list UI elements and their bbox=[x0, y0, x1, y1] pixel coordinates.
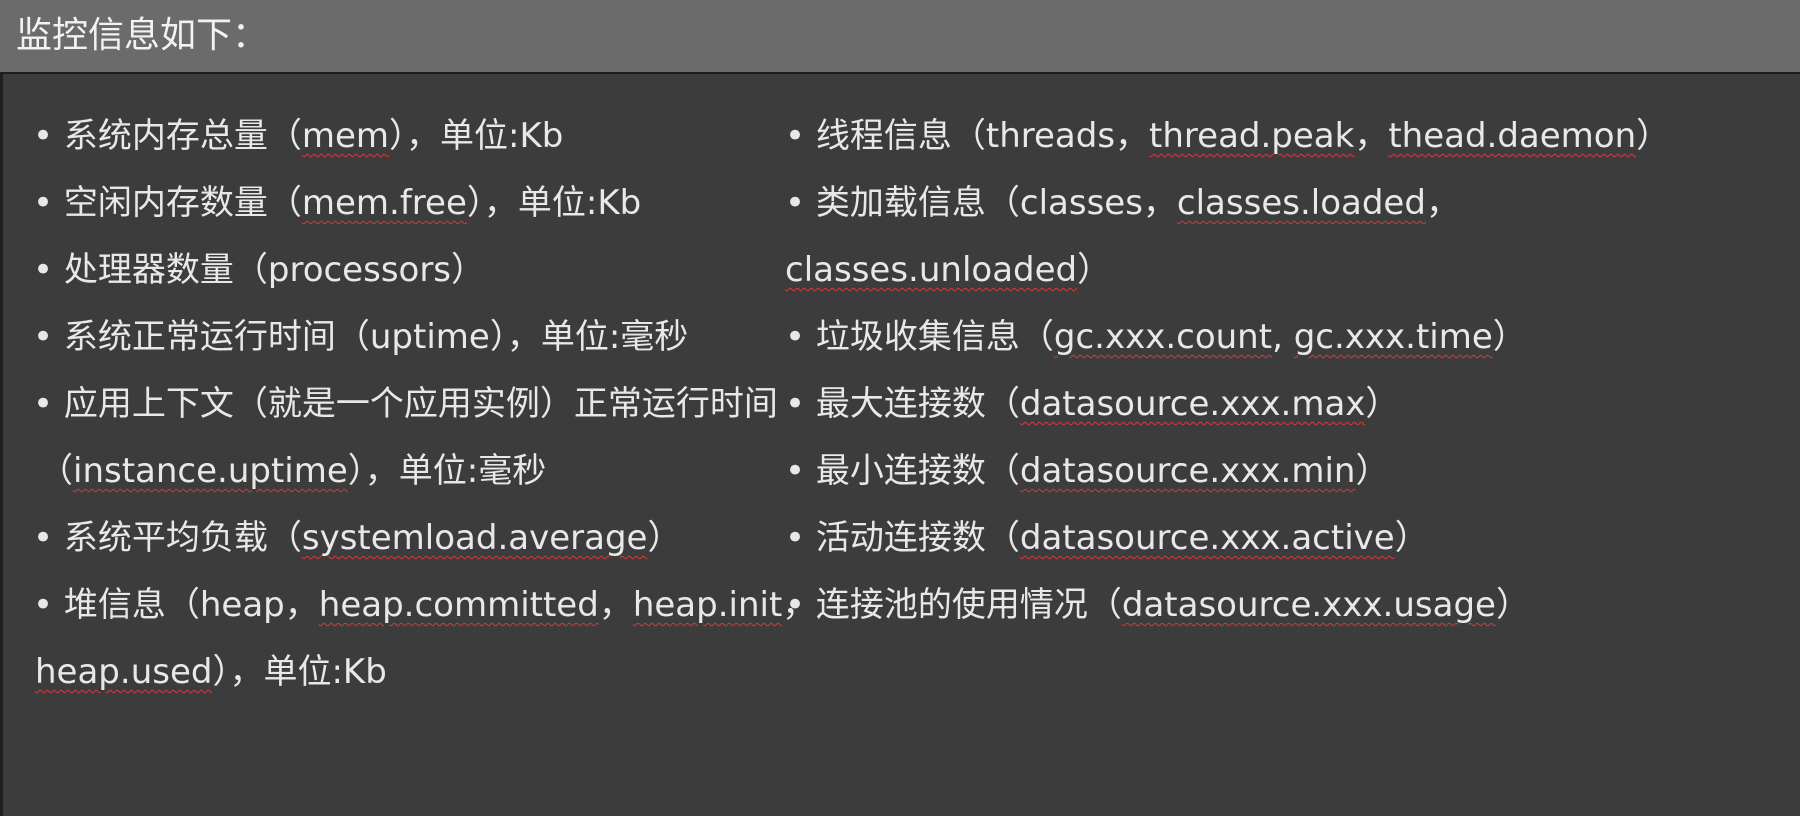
list-item: • 活动连接数（datasource.xxx.active） bbox=[785, 516, 1429, 560]
separator: ， bbox=[1425, 183, 1460, 223]
metric-key: instance.uptime bbox=[73, 451, 348, 491]
item-text: （ bbox=[39, 451, 73, 491]
bullet: • bbox=[785, 518, 806, 558]
item-text: ） bbox=[1636, 116, 1671, 156]
metric-key: gc.xxx.count bbox=[1053, 317, 1273, 357]
item-text: 系统平均负载（ bbox=[63, 518, 302, 558]
item-text: ），单位:Kb bbox=[466, 183, 642, 223]
metric-key: classes.loaded bbox=[1176, 183, 1426, 223]
bullet: • bbox=[785, 317, 806, 357]
list-item: • 系统正常运行时间（uptime），单位:毫秒 bbox=[33, 315, 688, 359]
page-title: 监控信息如下： bbox=[16, 15, 269, 56]
metric-key: datasource.xxx.active bbox=[1019, 518, 1395, 558]
list-item: • 堆信息（heap，heap.committed，heap.init， bbox=[33, 583, 816, 627]
bullet: • bbox=[785, 384, 806, 424]
item-text: 垃圾收集信息（ bbox=[815, 317, 1054, 357]
list-item: • 系统平均负载（systemload.average） bbox=[33, 516, 681, 560]
item-text: ） bbox=[1355, 451, 1390, 491]
item-text: 空闲内存数量（ bbox=[63, 183, 302, 223]
item-text: ） bbox=[1394, 518, 1429, 558]
list-item: • 处理器数量（processors） bbox=[33, 248, 485, 292]
bullet: • bbox=[33, 518, 54, 558]
item-text: 线程信息（threads， bbox=[815, 116, 1150, 156]
metric-key: heap.init bbox=[632, 585, 783, 625]
metric-key: gc.xxx.time bbox=[1293, 317, 1493, 357]
metric-key: thread.peak bbox=[1149, 116, 1355, 156]
metric-key: systemload.average bbox=[301, 518, 648, 558]
list-item: • 应用上下文（就是一个应用实例）正常运行时间 bbox=[33, 382, 778, 426]
item-text: 处理器数量（processors） bbox=[63, 250, 486, 290]
list-item-continuation: heap.used），单位:Kb bbox=[35, 650, 387, 694]
list-item-continuation: classes.unloaded） bbox=[785, 248, 1111, 292]
metric-key: datasource.xxx.usage bbox=[1121, 585, 1496, 625]
title-bar: 监控信息如下： bbox=[0, 0, 1800, 74]
item-text: ），单位:Kb bbox=[389, 116, 564, 156]
list-item: • 类加载信息（classes，classes.loaded， bbox=[785, 181, 1460, 225]
list-item: • 最小连接数（datasource.xxx.min） bbox=[785, 449, 1389, 493]
item-text: 堆信息（heap， bbox=[63, 585, 319, 625]
list-item-continuation: （instance.uptime），单位:毫秒 bbox=[39, 449, 546, 493]
item-text: 最小连接数（ bbox=[815, 451, 1020, 491]
item-text: ） bbox=[647, 518, 682, 558]
list-item: • 线程信息（threads，thread.peak，thead.daemon） bbox=[785, 114, 1670, 158]
metric-key: datasource.xxx.max bbox=[1019, 384, 1366, 424]
item-text: ），单位:毫秒 bbox=[347, 451, 547, 491]
item-text: 系统正常运行时间（uptime），单位:毫秒 bbox=[63, 317, 689, 357]
separator: ， bbox=[598, 585, 633, 625]
item-text: ） bbox=[1492, 317, 1527, 357]
list-item: • 连接池的使用情况（datasource.xxx.usage） bbox=[785, 583, 1530, 627]
metric-key: mem bbox=[301, 116, 390, 156]
separator: ， bbox=[1354, 116, 1389, 156]
metric-key: mem.free bbox=[301, 183, 467, 223]
list-item: • 空闲内存数量（mem.free），单位:Kb bbox=[33, 181, 641, 225]
bullet: • bbox=[785, 585, 806, 625]
content-panel: • 系统内存总量（mem），单位:Kb • 空闲内存数量（mem.free），单… bbox=[0, 74, 1800, 816]
list-item: • 最大连接数（datasource.xxx.max） bbox=[785, 382, 1399, 426]
bullet: • bbox=[33, 116, 54, 156]
bullet: • bbox=[33, 585, 54, 625]
bullet: • bbox=[785, 451, 806, 491]
item-text: 活动连接数（ bbox=[815, 518, 1020, 558]
bullet: • bbox=[33, 384, 54, 424]
metric-key: heap.used bbox=[35, 652, 213, 692]
item-text: ） bbox=[1365, 384, 1400, 424]
item-text: ），单位:Kb bbox=[212, 652, 387, 692]
item-text: 类加载信息（classes， bbox=[815, 183, 1177, 223]
item-text: 最大连接数（ bbox=[815, 384, 1020, 424]
metric-key: classes.unloaded bbox=[785, 250, 1078, 290]
bullet: • bbox=[785, 116, 806, 156]
separator: , bbox=[1272, 317, 1294, 357]
item-text: 应用上下文（就是一个应用实例）正常运行时间 bbox=[63, 384, 778, 424]
item-text: 连接池的使用情况（ bbox=[815, 585, 1122, 625]
bullet: • bbox=[785, 183, 806, 223]
item-text: ） bbox=[1077, 250, 1112, 290]
item-text: 系统内存总量（ bbox=[63, 116, 302, 156]
bullet: • bbox=[33, 250, 54, 290]
list-item: • 系统内存总量（mem），单位:Kb bbox=[33, 114, 563, 158]
item-text: ） bbox=[1495, 585, 1530, 625]
list-item: • 垃圾收集信息（gc.xxx.count, gc.xxx.time） bbox=[785, 315, 1527, 359]
bullet: • bbox=[33, 317, 54, 357]
metric-key: thead.daemon bbox=[1388, 116, 1637, 156]
bullet: • bbox=[33, 183, 54, 223]
metric-key: datasource.xxx.min bbox=[1019, 451, 1356, 491]
metric-key: heap.committed bbox=[318, 585, 599, 625]
